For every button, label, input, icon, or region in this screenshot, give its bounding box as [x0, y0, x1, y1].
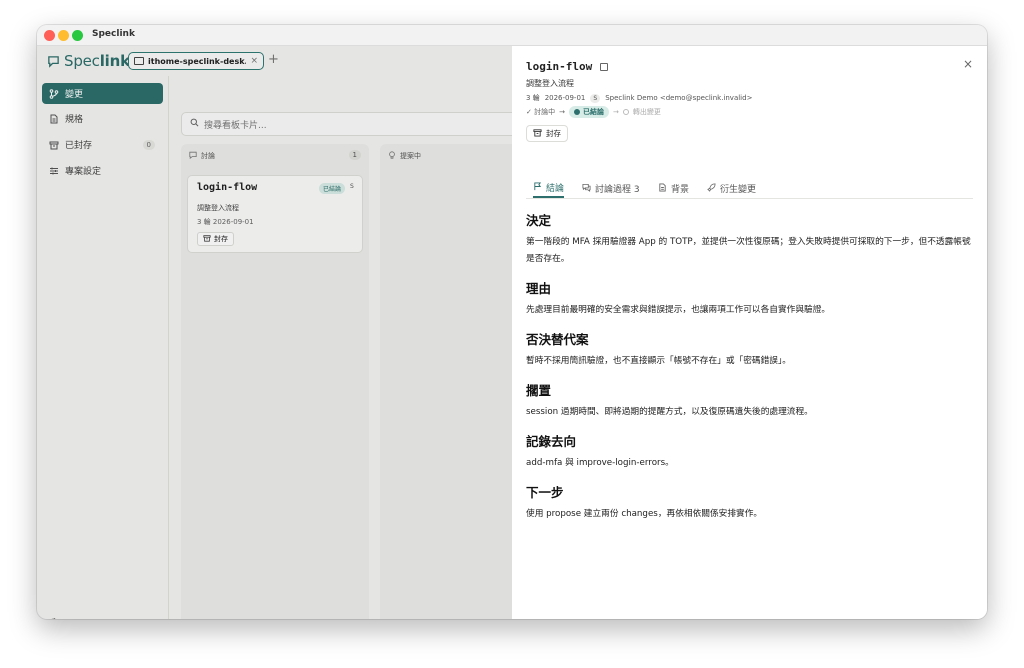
flow-step-concluded: 已結論 — [568, 106, 609, 118]
arrow-icon: → — [612, 108, 619, 116]
tab-background[interactable]: 背景 — [658, 179, 689, 198]
sidebar-item-changes[interactable]: 變更 — [42, 83, 163, 104]
archived-count-badge: 0 — [142, 139, 155, 150]
sidebar-item-project-settings[interactable]: 專案設定 — [42, 160, 163, 181]
flag-icon — [533, 181, 542, 194]
tab-label: 討論過程 3 — [595, 185, 640, 195]
rocket-icon — [707, 182, 716, 195]
section-body: 使用 propose 建立兩份 changes，再依相依關係安排實作。 — [526, 509, 763, 519]
sidebar-item-label: 變更 — [65, 90, 84, 100]
logo-text-a: Spec — [64, 52, 100, 70]
panel-description: 調整登入流程 — [526, 79, 574, 88]
board-column-proposing: 提案中 — [380, 144, 520, 619]
flow-step-discussing: ✓ 討論中 — [526, 108, 556, 116]
status-badge: 已結論 — [319, 183, 346, 194]
section-heading: 決定 — [526, 213, 552, 228]
panel-meta: 3 輪 2026-09-01 S Speclink Demo <demo@spe… — [526, 93, 752, 103]
sidebar-item-label: 規格 — [65, 115, 84, 125]
column-title: 討論 — [201, 152, 215, 160]
sidebar: 變更 規格 已封存 0 專案設定 設定 — [37, 76, 169, 619]
title-bar: Speclink — [37, 25, 987, 46]
s-badge: S — [350, 183, 354, 190]
tab-label: 結論 — [546, 184, 565, 194]
settings-label: 設定 — [65, 617, 83, 619]
top-bar: Speclink ithome-speclink-desk... × + — [37, 46, 512, 76]
card-meta: 3 輪 2026-09-01 — [197, 218, 254, 226]
workspace-tab-label: ithome-speclink-desk... — [148, 56, 247, 66]
app-body: Speclink ithome-speclink-desk... × + 變更 … — [37, 46, 987, 619]
folder-icon — [134, 57, 144, 65]
close-panel-button[interactable]: × — [963, 57, 973, 71]
chat-icon — [582, 183, 591, 195]
pending-dot-icon — [622, 109, 629, 115]
panel-title-row: login-flow — [526, 60, 609, 73]
minimize-window-button[interactable] — [58, 30, 69, 41]
archive-label: 封存 — [214, 235, 228, 243]
lightbulb-icon — [388, 151, 396, 161]
meta-date: 2026-09-01 — [544, 94, 586, 102]
chat-icon — [189, 151, 197, 161]
section-body: add-mfa 與 improve-login-errors。 — [526, 458, 674, 468]
zoom-window-button[interactable] — [72, 30, 83, 41]
tab-conclusion[interactable]: 結論 — [533, 179, 565, 198]
close-tab-icon[interactable]: × — [250, 56, 258, 66]
logo-text-b: link — [99, 52, 130, 70]
section-heading: 記錄去向 — [526, 434, 577, 449]
sidebar-item-specs[interactable]: 規格 — [42, 108, 163, 129]
logo-icon — [48, 55, 59, 68]
meta-author: Speclink Demo <demo@speclink.invalid> — [605, 94, 753, 102]
workspace-tab[interactable]: ithome-speclink-desk... × — [128, 52, 264, 70]
section-body: 先處理目前最明確的安全需求與錯誤提示，也讓兩項工作可以各自實作與驗證。 — [526, 305, 831, 315]
conclusion-content: 決定 第一階段的 MFA 採用驗證器 App 的 TOTP，並提供一次性復原碼；… — [526, 210, 976, 533]
column-count: 1 — [348, 150, 361, 160]
search-icon — [190, 118, 199, 130]
sidebar-item-label: 已封存 — [65, 141, 93, 151]
section-heading: 否決替代案 — [526, 332, 589, 347]
archive-button[interactable]: 封存 — [526, 125, 568, 142]
section-body: 第一階段的 MFA 採用驗證器 App 的 TOTP，並提供一次性復原碼；登入失… — [526, 237, 971, 264]
panel-tabs: 結論 討論過程 3 背景 衍生變更 — [526, 177, 973, 199]
panel-title: login-flow — [526, 60, 593, 73]
search-placeholder: 搜尋看板卡片... — [204, 120, 267, 131]
flow-step-converted: 轉出變更 — [632, 108, 661, 116]
card-description: 調整登入流程 — [197, 204, 239, 212]
board-search-input[interactable]: 搜尋看板卡片... — [181, 112, 521, 136]
card-title: login-flow — [197, 182, 258, 193]
app-window: Speclink Speclink ithome-speclink-desk..… — [37, 25, 987, 619]
document-icon — [49, 114, 59, 124]
card-archive-button[interactable]: 封存 — [197, 232, 234, 246]
tab-label: 衍生變更 — [720, 185, 757, 195]
sliders-icon — [49, 166, 59, 176]
section-heading: 擱置 — [526, 383, 552, 398]
arrow-icon: → — [559, 108, 565, 116]
copy-icon[interactable] — [600, 62, 609, 71]
tab-discussion[interactable]: 討論過程 3 — [582, 179, 640, 198]
section-heading: 理由 — [526, 281, 552, 296]
logo: Speclink — [47, 52, 130, 70]
document-icon — [658, 182, 667, 195]
window-title: Speclink — [92, 29, 135, 39]
archive-icon — [49, 140, 59, 150]
add-tab-button[interactable]: + — [268, 52, 279, 67]
meta-rounds: 3 輪 — [526, 94, 540, 102]
archive-label: 封存 — [546, 129, 561, 138]
sidebar-item-archived[interactable]: 已封存 0 — [42, 134, 163, 155]
s-badge: S — [590, 93, 601, 103]
gear-icon — [49, 617, 59, 619]
archive-icon — [203, 234, 211, 244]
tab-derived-changes[interactable]: 衍生變更 — [707, 179, 756, 198]
section-body: 暫時不採用簡訊驗證，也不直接顯示「帳號不存在」或「密碼錯誤」。 — [526, 356, 791, 366]
tab-label: 背景 — [671, 185, 690, 195]
column-title: 提案中 — [400, 152, 421, 160]
close-window-button[interactable] — [44, 30, 55, 41]
section-body: session 過期時間、即將過期的提醒方式，以及復原碼遺失後的處理流程。 — [526, 407, 813, 417]
settings-button[interactable]: 設定 — [49, 617, 83, 619]
detail-panel: login-flow × 調整登入流程 3 輪 2026-09-01 S Spe… — [512, 46, 987, 619]
sidebar-item-label: 專案設定 — [65, 167, 102, 177]
change-card-login-flow[interactable]: login-flow 已結論 S 調整登入流程 3 輪 2026-09-01 封… — [187, 175, 363, 253]
section-heading: 下一步 — [526, 485, 564, 500]
branch-icon — [49, 88, 59, 99]
archive-icon — [533, 128, 542, 139]
status-flow: ✓ 討論中 → 已結論 → 轉出變更 — [526, 106, 661, 118]
